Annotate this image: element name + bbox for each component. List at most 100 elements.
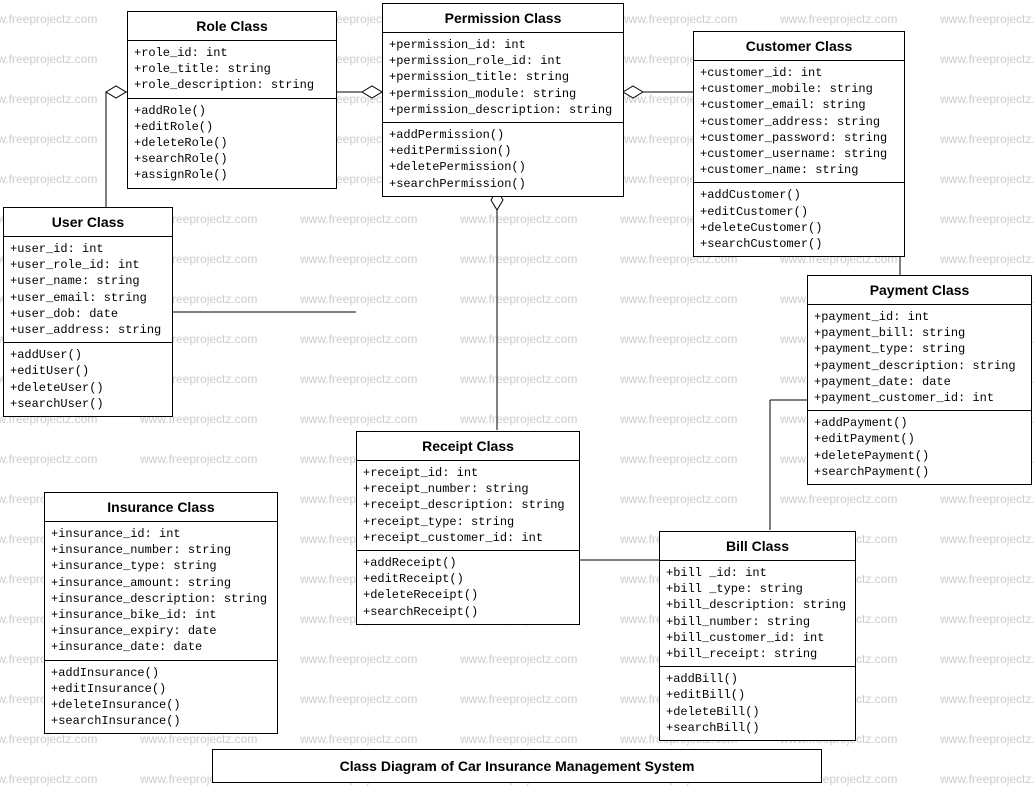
watermark-text: www.freeprojectz.com [460,292,577,306]
class-member: +insurance_date: date [51,639,271,655]
watermark-text: www.freeprojectz.com [0,772,97,786]
class-member: +editReceipt() [363,571,573,587]
class-receipt: Receipt Class +receipt_id: int+receipt_n… [356,431,580,625]
watermark-text: www.freeprojectz.com [460,412,577,426]
class-member: +receipt_customer_id: int [363,530,573,546]
class-member: +permission_description: string [389,102,617,118]
watermark-text: www.freeprojectz.com [940,92,1035,106]
watermark-text: www.freeprojectz.com [940,612,1035,626]
class-member: +insurance_id: int [51,526,271,542]
class-member: +role_description: string [134,77,330,93]
class-member: +receipt_id: int [363,465,573,481]
watermark-text: www.freeprojectz.com [620,292,737,306]
diagram-title: Class Diagram of Car Insurance Managemen… [212,749,822,783]
class-member: +addReceipt() [363,555,573,571]
class-member: +user_role_id: int [10,257,166,273]
watermark-text: www.freeprojectz.com [940,492,1035,506]
class-member: +customer_address: string [700,114,898,130]
watermark-text: www.freeprojectz.com [300,212,417,226]
class-member: +permission_role_id: int [389,53,617,69]
watermark-text: www.freeprojectz.com [940,52,1035,66]
watermark-text: www.freeprojectz.com [0,132,97,146]
class-member: +bill _id: int [666,565,849,581]
class-methods: +addCustomer()+editCustomer()+deleteCust… [694,183,904,256]
class-member: +editBill() [666,687,849,703]
class-methods: +addBill()+editBill()+deleteBill()+searc… [660,667,855,740]
watermark-text: www.freeprojectz.com [300,332,417,346]
class-member: +deleteUser() [10,380,166,396]
class-member: +editPermission() [389,143,617,159]
watermark-text: www.freeprojectz.com [940,732,1035,746]
class-role: Role Class +role_id: int+role_title: str… [127,11,337,189]
class-attributes: +payment_id: int+payment_bill: string+pa… [808,305,1031,411]
class-member: +deleteReceipt() [363,587,573,603]
class-member: +user_address: string [10,322,166,338]
class-member: +insurance_number: string [51,542,271,558]
class-attributes: +customer_id: int+customer_mobile: strin… [694,61,904,183]
watermark-text: www.freeprojectz.com [300,252,417,266]
class-member: +searchCustomer() [700,236,898,252]
class-member: +deleteBill() [666,704,849,720]
watermark-text: www.freeprojectz.com [940,132,1035,146]
class-member: +receipt_number: string [363,481,573,497]
watermark-text: www.freeprojectz.com [940,692,1035,706]
class-member: +user_id: int [10,241,166,257]
class-member: +assignRole() [134,167,330,183]
watermark-text: www.freeprojectz.com [460,252,577,266]
watermark-text: www.freeprojectz.com [460,212,577,226]
class-attributes: +receipt_id: int+receipt_number: string +… [357,461,579,551]
class-member: +user_name: string [10,273,166,289]
diagram-title-text: Class Diagram of Car Insurance Managemen… [340,758,695,774]
class-member: +customer_password: string [700,130,898,146]
class-user: User Class +user_id: int+user_role_id: i… [3,207,173,417]
class-member: +searchPermission() [389,176,617,192]
class-member: +deleteInsurance() [51,697,271,713]
class-member: +customer_email: string [700,97,898,113]
watermark-text: www.freeprojectz.com [0,452,97,466]
watermark-text: www.freeprojectz.com [940,252,1035,266]
class-member: +insurance_description: string [51,591,271,607]
class-member: +insurance_expiry: date [51,623,271,639]
class-member: +bill_number: string [666,614,849,630]
class-member: +permission_module: string [389,86,617,102]
class-member: +role_title: string [134,61,330,77]
class-member: +searchBill() [666,720,849,736]
watermark-text: www.freeprojectz.com [940,212,1035,226]
class-member: +addInsurance() [51,665,271,681]
watermark-text: www.freeprojectz.com [0,52,97,66]
watermark-text: www.freeprojectz.com [0,12,97,26]
class-title: Permission Class [383,4,623,33]
class-member: +deletePermission() [389,159,617,175]
class-attributes: +role_id: int+role_title: string+role_de… [128,41,336,99]
class-member: +editCustomer() [700,204,898,220]
class-member: +searchUser() [10,396,166,412]
watermark-text: www.freeprojectz.com [300,292,417,306]
watermark-text: www.freeprojectz.com [460,652,577,666]
watermark-text: www.freeprojectz.com [300,652,417,666]
watermark-text: www.freeprojectz.com [940,652,1035,666]
class-member: +addUser() [10,347,166,363]
class-member: +insurance_bike_id: int [51,607,271,623]
class-member: +customer_name: string [700,162,898,178]
watermark-text: www.freeprojectz.com [300,412,417,426]
watermark-text: www.freeprojectz.com [940,12,1035,26]
watermark-text: www.freeprojectz.com [0,92,97,106]
class-methods: +addPayment()+editPayment()+deletePaymen… [808,411,1031,484]
class-methods: +addUser()+editUser()+deleteUser()+searc… [4,343,172,416]
class-methods: +addReceipt()+editReceipt()+deleteReceip… [357,551,579,624]
class-member: +deleteRole() [134,135,330,151]
watermark-text: www.freeprojectz.com [620,412,737,426]
class-member: +addBill() [666,671,849,687]
watermark-text: www.freeprojectz.com [0,172,97,186]
class-member: +addPermission() [389,127,617,143]
class-title: Payment Class [808,276,1031,305]
class-member: +searchReceipt() [363,604,573,620]
watermark-text: www.freeprojectz.com [620,492,737,506]
watermark-text: www.freeprojectz.com [940,772,1035,786]
class-member: +bill_customer_id: int [666,630,849,646]
class-customer: Customer Class +customer_id: int+custome… [693,31,905,257]
watermark-text: www.freeprojectz.com [780,492,897,506]
class-bill: Bill Class +bill _id: int+bill _type: st… [659,531,856,741]
watermark-text: www.freeprojectz.com [620,452,737,466]
class-member: +editInsurance() [51,681,271,697]
